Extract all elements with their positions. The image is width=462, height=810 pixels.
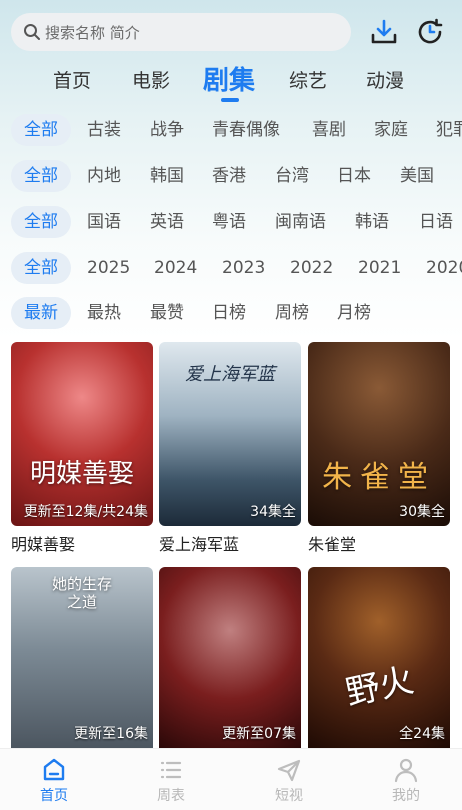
filter-row-year: 全部 2025 2024 2023 2022 2021 2020: [0, 252, 462, 284]
nav-schedule[interactable]: 周表: [131, 757, 211, 805]
search-bar-row: 搜索名称 简介: [0, 0, 462, 64]
list-icon: [160, 761, 182, 779]
poster-title-art: 明媒善娶: [29, 459, 134, 489]
filter-genre-option[interactable]: 古装: [87, 114, 121, 146]
filter-row-region: 全部 内地 韩国 香港 台湾 日本 美国: [0, 160, 462, 192]
user-icon: [394, 758, 418, 783]
filter-row-sort: 最新 最热 最赞 日榜 周榜 月榜: [0, 297, 462, 329]
nav-profile-label: 我的: [392, 788, 420, 804]
filter-sort-option[interactable]: 周榜: [275, 297, 309, 329]
nav-shorts-label: 短视: [275, 788, 303, 804]
nav-profile[interactable]: 我的: [366, 757, 446, 805]
filter-sort-option[interactable]: 日榜: [212, 297, 246, 329]
poster: 野火 全24集: [308, 567, 450, 748]
poster: 朱雀堂 30集全: [308, 342, 450, 526]
tab-home[interactable]: 首页: [53, 66, 91, 93]
card-title: 爱上海军蓝: [159, 535, 240, 554]
history-button[interactable]: [414, 16, 446, 48]
episode-status: 更新至16集: [74, 726, 148, 742]
filter-language-option[interactable]: 粤语: [212, 206, 246, 238]
drama-card[interactable]: 明媒善娶 更新至12集/共24集 明媒善娶: [11, 342, 153, 555]
poster-title-art: 朱雀堂: [322, 460, 436, 495]
episode-status: 34集全: [250, 504, 296, 520]
search-input[interactable]: 搜索名称 简介: [11, 13, 351, 51]
filter-language-option[interactable]: 日语: [419, 206, 453, 238]
download-icon: [371, 19, 397, 44]
nav-home-label: 首页: [40, 788, 68, 804]
poster-art: [11, 342, 153, 526]
tab-movies[interactable]: 电影: [132, 66, 170, 93]
episode-status: 30集全: [399, 504, 445, 520]
filter-year-option[interactable]: 2020: [426, 252, 462, 284]
filter-row-genre: 全部 古装 战争 青春偶像 喜剧 家庭 犯罪: [0, 114, 462, 146]
active-tab-indicator: [221, 98, 239, 102]
card-title: 明媒善娶: [11, 535, 76, 554]
filter-genre-option[interactable]: 青春偶像: [212, 114, 280, 146]
search-icon: [24, 24, 40, 40]
filter-genre-all[interactable]: 全部: [11, 114, 71, 146]
filter-row-language: 全部 国语 英语 粤语 闽南语 韩语 日语: [0, 206, 462, 238]
tab-series[interactable]: 剧集: [203, 60, 255, 97]
episode-status: 更新至07集: [222, 726, 296, 742]
drama-card[interactable]: 野火 全24集: [308, 567, 450, 748]
filter-region-option[interactable]: 香港: [212, 160, 246, 192]
filter-sort-option[interactable]: 最热: [87, 297, 121, 329]
episode-status: 更新至12集/共24集: [23, 504, 148, 520]
filter-region-option[interactable]: 韩国: [150, 160, 184, 192]
nav-schedule-label: 周表: [157, 788, 185, 804]
filter-year-option[interactable]: 2021: [358, 252, 401, 284]
filter-language-option[interactable]: 国语: [87, 206, 121, 238]
filter-genre-option[interactable]: 战争: [150, 114, 184, 146]
history-icon: [418, 18, 443, 44]
poster-art: [308, 342, 450, 526]
category-tabs: 首页 电影 剧集 综艺 动漫: [0, 58, 462, 102]
filter-genre-option[interactable]: 家庭: [374, 114, 408, 146]
filter-year-option[interactable]: 2024: [154, 252, 197, 284]
filter-genre-option[interactable]: 喜剧: [312, 114, 346, 146]
drama-card[interactable]: 更新至07集: [159, 567, 301, 748]
filter-year-option[interactable]: 2025: [87, 252, 130, 284]
filter-language-option[interactable]: 英语: [150, 206, 184, 238]
filter-region-option[interactable]: 内地: [87, 160, 121, 192]
filter-sort-latest[interactable]: 最新: [11, 297, 71, 329]
filter-sort-option[interactable]: 月榜: [337, 297, 371, 329]
filter-year-all[interactable]: 全部: [11, 252, 71, 284]
drama-card[interactable]: 朱雀堂 30集全 朱雀堂: [308, 342, 450, 555]
filter-year-option[interactable]: 2023: [222, 252, 265, 284]
poster: 明媒善娶 更新至12集/共24集: [11, 342, 153, 526]
filter-year-option[interactable]: 2022: [290, 252, 333, 284]
filter-genre-option[interactable]: 犯罪: [436, 114, 462, 146]
bottom-navigation: 首页 周表 短视 我的: [0, 748, 462, 810]
filter-language-option[interactable]: 韩语: [355, 206, 389, 238]
filter-region-option[interactable]: 台湾: [275, 160, 309, 192]
tab-anime[interactable]: 动漫: [366, 66, 404, 93]
episode-status: 全24集: [399, 726, 445, 742]
drama-card[interactable]: 她的生存之道 更新至16集: [11, 567, 153, 748]
filter-language-option[interactable]: 闽南语: [275, 206, 326, 238]
filter-sort-option[interactable]: 最赞: [150, 297, 184, 329]
filter-language-all[interactable]: 全部: [11, 206, 71, 238]
download-button[interactable]: [368, 16, 400, 48]
tab-variety[interactable]: 综艺: [289, 66, 327, 93]
poster: 她的生存之道 更新至16集: [11, 567, 153, 748]
filter-region-all[interactable]: 全部: [11, 160, 71, 192]
filter-region-option[interactable]: 日本: [337, 160, 371, 192]
poster: 更新至07集: [159, 567, 301, 748]
drama-card[interactable]: 爱上海军蓝 34集全 爱上海军蓝: [159, 342, 301, 555]
nav-home[interactable]: 首页: [14, 757, 94, 805]
filter-region-option[interactable]: 美国: [400, 160, 434, 192]
search-placeholder: 搜索名称 简介: [45, 23, 140, 42]
poster: 爱上海军蓝 34集全: [159, 342, 301, 526]
home-icon: [43, 758, 65, 781]
card-title: 朱雀堂: [308, 535, 357, 554]
poster-title-art: 爱上海军蓝: [185, 364, 275, 385]
poster-art: [159, 567, 301, 748]
nav-shorts[interactable]: 短视: [249, 757, 329, 805]
send-icon: [277, 759, 301, 782]
poster-title-art: 她的生存之道: [51, 575, 112, 611]
